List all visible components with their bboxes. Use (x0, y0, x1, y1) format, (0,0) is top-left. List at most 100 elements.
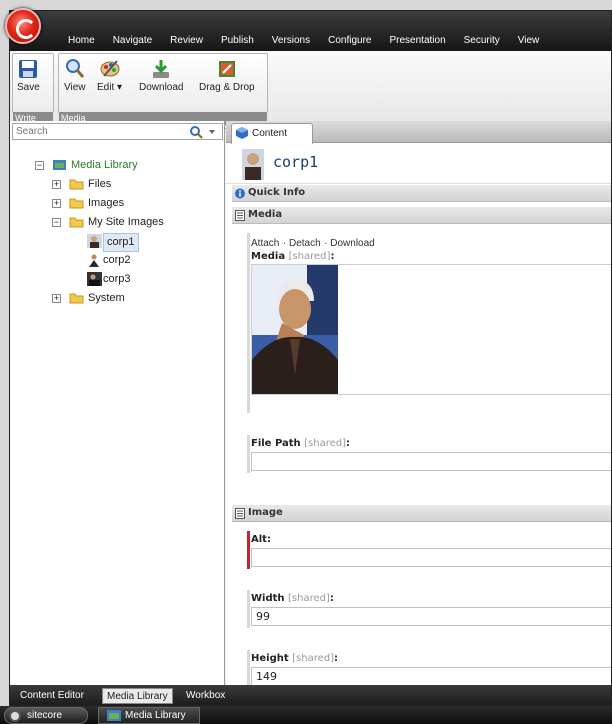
tab-home[interactable]: Home (68, 35, 95, 46)
expand-icon[interactable]: + (52, 294, 61, 303)
colon: : (266, 534, 271, 545)
tab-navigate[interactable]: Navigate (113, 35, 152, 46)
info-icon (235, 188, 245, 199)
attach-link[interactable]: Attach (251, 238, 279, 249)
tab-content[interactable]: Content (231, 123, 313, 144)
item-header: corp1 (226, 144, 611, 184)
tab-view[interactable]: View (518, 35, 540, 46)
tab-publish[interactable]: Publish (221, 35, 254, 46)
shared-tag: [shared] (292, 653, 334, 664)
colon: : (330, 251, 335, 262)
image-thumbnail-icon (87, 253, 102, 267)
width-label: Width [shared]: (251, 593, 611, 604)
file-path-field: File Path [shared]: (251, 438, 611, 471)
quick-info-section[interactable]: Quick Info (232, 185, 611, 202)
sitecore-logo-button[interactable] (5, 8, 41, 44)
alt-label: Alt: (251, 534, 611, 545)
width-input[interactable]: 99 (251, 607, 611, 626)
download-link[interactable]: Download (330, 238, 374, 249)
taskbar-media-library-label: Media Library (125, 710, 186, 721)
media-preview-box[interactable] (251, 264, 611, 395)
height-field: Height [shared]: 149 (251, 653, 611, 686)
quick-info-label: Quick Info (248, 187, 306, 198)
image-thumbnail-icon (87, 234, 102, 248)
drag-drop-icon (218, 61, 235, 77)
expand-icon[interactable]: + (52, 199, 61, 208)
media-section[interactable]: Media (232, 207, 611, 224)
folder-icon (69, 217, 84, 228)
collapse-icon[interactable]: − (52, 218, 61, 227)
height-input[interactable]: 149 (251, 667, 611, 686)
tree-label-images: Images (88, 197, 125, 209)
view-button[interactable]: View (64, 58, 86, 93)
application-tab-strip: Content Editor Media Library Workbox (10, 685, 611, 705)
section-page-icon (235, 210, 245, 221)
write-group: Save Write (12, 53, 54, 125)
sitecore-logo-icon (9, 710, 21, 722)
width-name: Width (251, 593, 285, 604)
tab-media-library[interactable]: Media Library (102, 688, 173, 704)
media-field: Attach · Detach · Download Media [shared… (251, 236, 611, 395)
start-label: sitecore (27, 710, 63, 721)
content-editor-pane: Content corp1 Quick Info Media Attach · … (226, 121, 611, 688)
media-field-label: Media [shared]: (251, 251, 611, 262)
alt-input[interactable] (251, 548, 611, 567)
width-field: Width [shared]: 99 (251, 593, 611, 626)
taskbar-media-library[interactable]: Media Library (98, 707, 200, 724)
colon: : (346, 438, 351, 449)
taskbar: sitecore Media Library (0, 706, 612, 724)
sitecore-start-button[interactable]: sitecore (4, 707, 88, 724)
tree-label-corp2: corp2 (103, 254, 131, 266)
file-path-input[interactable] (251, 452, 611, 471)
collapse-icon[interactable]: − (35, 161, 44, 170)
tab-presentation[interactable]: Presentation (389, 35, 445, 46)
ribbon-tab-strip: Home Navigate Review Publish Versions Co… (10, 11, 611, 51)
folder-icon (69, 198, 84, 209)
field-rule (247, 233, 250, 413)
download-label: Download (139, 82, 184, 93)
tab-configure[interactable]: Configure (328, 35, 371, 46)
tab-versions[interactable]: Versions (272, 35, 310, 46)
shared-tag: [shared] (288, 251, 331, 262)
tree-label-corp3: corp3 (103, 273, 131, 285)
tree-label-my-site-images: My Site Images (88, 216, 164, 228)
item-thumbnail (242, 149, 264, 180)
tab-review[interactable]: Review (170, 35, 203, 46)
detach-link[interactable]: Detach (289, 238, 321, 249)
item-title: corp1 (273, 153, 319, 171)
expand-icon[interactable]: + (52, 180, 61, 189)
download-button[interactable]: Download (139, 58, 183, 93)
field-rule (247, 590, 250, 628)
file-path-label: File Path [shared]: (251, 438, 611, 449)
field-rule (247, 435, 250, 473)
download-icon (153, 60, 170, 78)
search-input[interactable] (13, 124, 173, 139)
image-thumbnail-icon (87, 272, 102, 286)
save-label: Save (17, 82, 40, 93)
content-cube-icon (236, 127, 248, 139)
tab-content-editor[interactable]: Content Editor (16, 688, 88, 704)
media-library-icon (53, 160, 66, 170)
media-section-label: Media (248, 209, 283, 220)
image-section[interactable]: Image (232, 505, 611, 522)
tab-workbox[interactable]: Workbox (182, 688, 229, 704)
tree-label-files: Files (88, 178, 112, 190)
colon: : (329, 593, 334, 604)
media-preview-image (252, 265, 338, 394)
colon: : (334, 653, 338, 664)
ribbon-tabs: Home Navigate Review Publish Versions Co… (68, 35, 557, 46)
search-icon[interactable] (185, 125, 219, 139)
required-field-marker (247, 531, 250, 569)
save-button[interactable]: Save (17, 58, 40, 93)
tree-label-corp1: corp1 (103, 233, 139, 252)
content-tree-pane: − Media Library + Files + Images − My Si… (10, 121, 225, 685)
file-path-name: File Path (251, 438, 301, 449)
drag-drop-button[interactable]: Drag & Drop (199, 58, 255, 93)
height-label: Height [shared]: (251, 653, 611, 664)
media-group: View Edit ▾ Download Drag & Drop Media (58, 53, 268, 125)
ribbon-body: Save Write View Edit ▾ Download Drag & D… (10, 51, 611, 129)
save-icon (19, 60, 38, 78)
tab-security[interactable]: Security (464, 35, 500, 46)
edit-button[interactable]: Edit ▾ (97, 58, 122, 93)
chevron-down-icon: ▾ (114, 82, 123, 93)
